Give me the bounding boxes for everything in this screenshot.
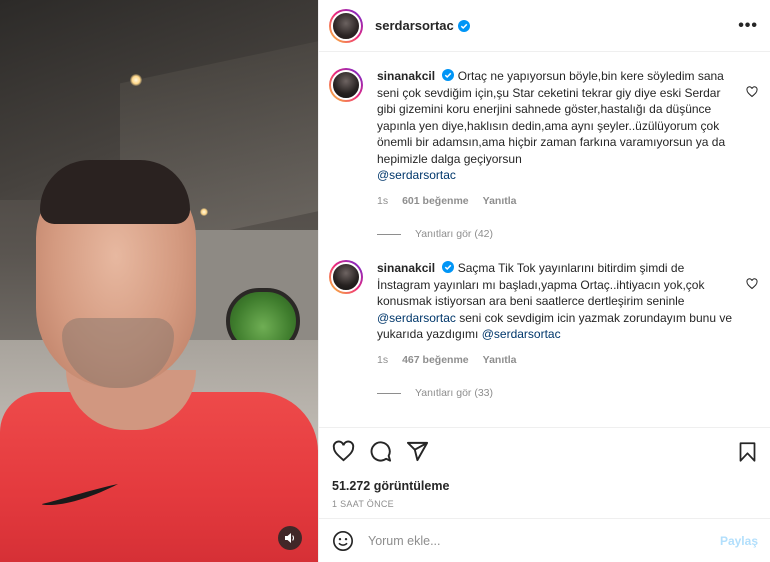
bookmark-icon[interactable] — [737, 441, 758, 463]
comment-item: sinanakcil Ortaç ne yapıyorsun böyle,bin… — [329, 68, 758, 209]
view-count[interactable]: 51.272 görüntüleme — [332, 479, 758, 493]
comment-likes[interactable]: 601 beğenme — [402, 193, 469, 210]
post-comment-button[interactable]: Paylaş — [720, 534, 758, 548]
view-replies-label: Yanıtları gör (42) — [415, 228, 494, 240]
mention-link[interactable]: @serdarsortac — [377, 311, 456, 325]
post-sidebar: serdarsortac ••• sinanakcil Ortaç ne yap… — [318, 0, 770, 562]
avatar[interactable] — [329, 260, 363, 294]
comment-meta: 1s 467 beğenme Yanıtla — [377, 352, 737, 369]
comment-text: Ortaç ne yapıyorsun böyle,bin kere söyle… — [377, 69, 726, 166]
post-video[interactable] — [0, 0, 318, 562]
mention-link[interactable]: @serdarsortac — [377, 168, 456, 182]
comment-username[interactable]: sinanakcil — [377, 69, 435, 83]
verified-badge-icon — [442, 69, 455, 81]
more-options-button[interactable]: ••• — [738, 17, 758, 35]
speaker-icon[interactable] — [278, 526, 302, 550]
add-comment-bar: Paylaş — [319, 518, 770, 562]
reply-button[interactable]: Yanıtla — [483, 193, 517, 210]
comment-meta: 1s 601 beğenme Yanıtla — [377, 193, 737, 210]
comment-age: 1s — [377, 353, 389, 366]
instagram-post: serdarsortac ••• sinanakcil Ortaç ne yap… — [0, 0, 770, 562]
view-replies-button[interactable]: Yanıtları gör (33) — [377, 387, 758, 399]
post-header: serdarsortac ••• — [319, 0, 770, 52]
emoji-icon[interactable] — [332, 530, 354, 552]
view-replies-label: Yanıtları gör (33) — [415, 387, 494, 399]
reply-button[interactable]: Yanıtla — [483, 352, 517, 369]
avatar[interactable] — [329, 8, 363, 43]
comment-input[interactable] — [368, 533, 720, 548]
comment-age: 1s — [377, 194, 389, 207]
post-username[interactable]: serdarsortac — [375, 18, 454, 33]
logo-swoosh — [42, 484, 118, 505]
avatar[interactable] — [329, 68, 363, 102]
view-replies-button[interactable]: Yanıtları gör (42) — [377, 228, 758, 240]
mention-link[interactable]: @serdarsortac — [482, 327, 561, 341]
heart-icon[interactable] — [332, 440, 355, 463]
post-actions: 51.272 görüntüleme 1 SAAT ÖNCE — [319, 427, 770, 509]
comment-icon[interactable] — [369, 440, 392, 463]
comment-username[interactable]: sinanakcil — [377, 261, 435, 275]
post-timestamp: 1 SAAT ÖNCE — [332, 499, 394, 509]
heart-icon[interactable] — [746, 86, 758, 98]
comment-list[interactable]: sinanakcil Ortaç ne yapıyorsun böyle,bin… — [319, 52, 770, 427]
verified-badge-icon — [442, 261, 455, 273]
verified-badge-icon — [457, 19, 470, 32]
comment-item: sinanakcil Saçma Tik Tok yayınlarını bit… — [329, 260, 758, 368]
send-icon[interactable] — [406, 440, 429, 463]
comment-likes[interactable]: 467 beğenme — [402, 352, 469, 369]
heart-icon[interactable] — [746, 278, 758, 290]
